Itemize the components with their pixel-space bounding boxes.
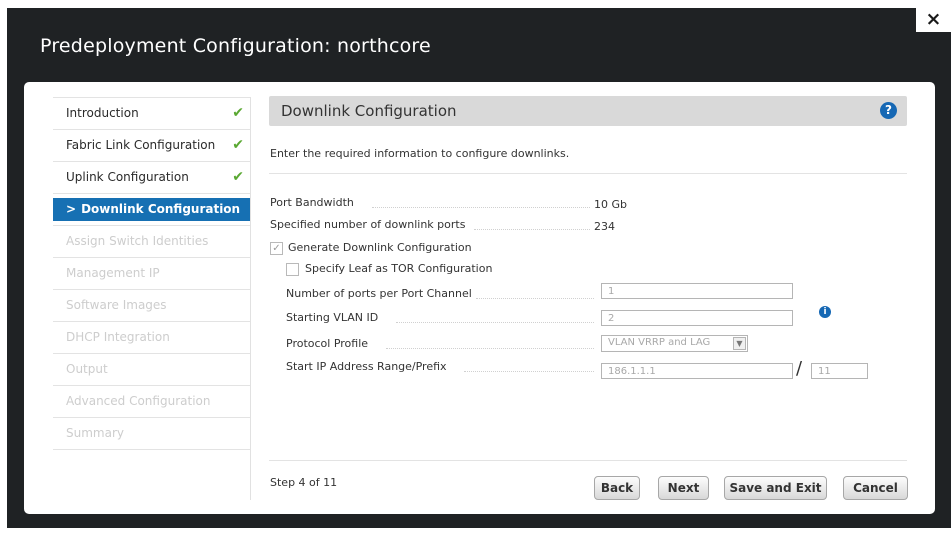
sidebar-item-introduction[interactable]: Introduction ✔: [53, 97, 250, 130]
port-bandwidth-label: Port Bandwidth: [270, 196, 354, 209]
sidebar-item-fabric-link-configuration[interactable]: Fabric Link Configuration ✔: [53, 130, 250, 162]
sidebar-item-label: Introduction: [66, 106, 139, 120]
leader-dots: [386, 347, 594, 349]
leaf-as-tor-label: Specify Leaf as TOR Configuration: [305, 262, 493, 275]
sidebar-item-label: Fabric Link Configuration: [66, 138, 216, 152]
sidebar-item-label: Downlink Configuration: [81, 202, 241, 216]
section-header: Downlink Configuration ?: [269, 96, 907, 126]
sidebar-item-label: Uplink Configuration: [66, 170, 189, 184]
port-bandwidth-value: 10 Gb: [594, 198, 627, 211]
sidebar-item-label: Summary: [66, 426, 124, 440]
checkmark-icon: ✔: [232, 137, 244, 153]
sidebar-item-uplink-configuration[interactable]: Uplink Configuration ✔: [53, 162, 250, 194]
chevron-right-icon: >: [66, 202, 77, 216]
protocol-profile-label: Protocol Profile: [286, 337, 369, 350]
sidebar-item-label: Software Images: [66, 298, 167, 312]
ip-range-label: Start IP Address Range/Prefix: [286, 360, 447, 373]
sidebar-item-advanced-configuration: Advanced Configuration: [53, 386, 250, 418]
dialog-title: Predeployment Configuration: northcore: [40, 35, 431, 57]
ports-per-channel-label: Number of ports per Port Channel: [286, 287, 472, 300]
sidebar-item-label: Output: [66, 362, 108, 376]
leader-dots: [372, 206, 590, 208]
sidebar-item-dhcp-integration: DHCP Integration: [53, 322, 250, 354]
sidebar-divider: [250, 97, 251, 500]
downlink-ports-label: Specified number of downlink ports: [270, 218, 466, 231]
ip-prefix-input[interactable]: [811, 363, 868, 379]
sidebar-item-label: Assign Switch Identities: [66, 234, 209, 248]
checkmark-icon: ✔: [232, 169, 244, 185]
back-button[interactable]: Back: [594, 476, 640, 500]
wizard-steps-nav: Introduction ✔ Fabric Link Configuration ✔ U…: [53, 97, 250, 450]
sidebar-item-downlink-configuration[interactable]: > Downlink Configuration: [53, 198, 250, 221]
next-button[interactable]: Next: [658, 476, 709, 500]
info-icon[interactable]: i: [819, 306, 831, 318]
sidebar-item-management-ip: Management IP: [53, 258, 250, 290]
leader-dots: [464, 370, 594, 372]
dialog-panel: Introduction ✔ Fabric Link Configuration ✔ U…: [24, 82, 935, 514]
divider: [269, 173, 907, 174]
help-icon[interactable]: ?: [880, 102, 897, 119]
sidebar-item-assign-switch-identities: Assign Switch Identities: [53, 225, 250, 258]
cancel-button[interactable]: Cancel: [843, 476, 908, 500]
sidebar-item-label: Management IP: [66, 266, 160, 280]
leaf-as-tor-checkbox[interactable]: [286, 263, 299, 276]
sidebar-item-label: DHCP Integration: [66, 330, 170, 344]
starting-vlan-input[interactable]: [601, 310, 793, 326]
intro-text: Enter the required information to config…: [270, 147, 570, 160]
close-button[interactable]: ×: [916, 8, 951, 32]
leader-dots: [474, 228, 590, 230]
footer-divider: [269, 460, 907, 461]
step-indicator: Step 4 of 11: [270, 476, 338, 489]
generate-config-checkbox[interactable]: ✓: [270, 242, 283, 255]
protocol-profile-value: VLAN VRRP and LAG: [608, 337, 711, 348]
leader-dots: [476, 297, 594, 299]
protocol-profile-select[interactable]: VLAN VRRP and LAG ▼: [601, 335, 748, 352]
generate-config-label: Generate Downlink Configuration: [288, 241, 472, 254]
checkmark-icon: ✔: [232, 105, 244, 121]
ip-range-input[interactable]: [601, 363, 793, 379]
sidebar-item-summary: Summary: [53, 418, 250, 450]
sidebar-item-label: Advanced Configuration: [66, 394, 211, 408]
section-title: Downlink Configuration: [281, 102, 457, 120]
sidebar-item-output: Output: [53, 354, 250, 386]
starting-vlan-label: Starting VLAN ID: [286, 311, 379, 324]
sidebar-item-software-images: Software Images: [53, 290, 250, 322]
ports-per-channel-input[interactable]: [601, 283, 793, 299]
downlink-ports-value: 234: [594, 220, 615, 233]
chevron-down-icon[interactable]: ▼: [733, 337, 746, 350]
leader-dots: [396, 321, 594, 323]
save-and-exit-button[interactable]: Save and Exit: [724, 476, 827, 500]
ip-prefix-separator: /: [796, 358, 803, 379]
